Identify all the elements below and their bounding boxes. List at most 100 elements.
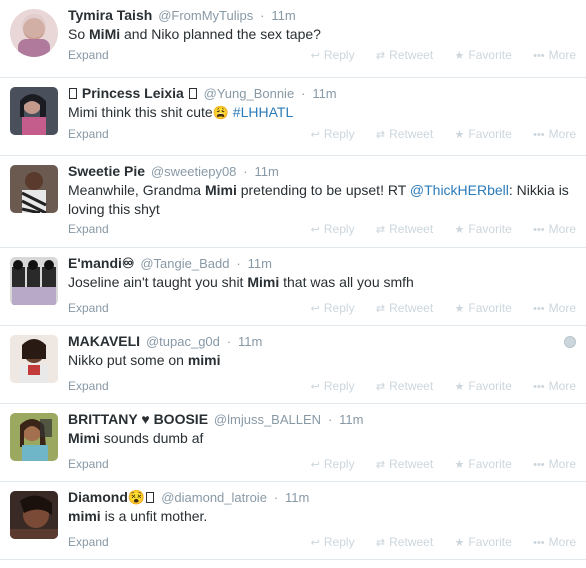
username[interactable]: @FromMyTulips (158, 8, 253, 23)
timestamp[interactable]: 11m (238, 334, 262, 349)
more-label: More (548, 301, 576, 315)
timestamp[interactable]: 11m (255, 164, 279, 179)
username[interactable]: @lmjuss_BALLEN (214, 412, 321, 427)
username[interactable]: @tupac_g0d (146, 334, 220, 349)
separator-dot: · (327, 412, 333, 427)
expand-link[interactable]: Expand (68, 533, 109, 551)
tweet-item[interactable]: Princess Leixia @Yung_Bonnie · 11m Mimi … (0, 78, 586, 156)
timestamp[interactable]: 11m (285, 490, 309, 505)
separator-dot: · (260, 8, 265, 23)
favorite-button[interactable]: ★ Favorite (455, 455, 512, 474)
fullname[interactable]: Tymira Taish (68, 7, 152, 23)
reply-button[interactable]: ↩ Reply (311, 220, 355, 239)
reply-icon: ↩ (310, 224, 320, 236)
tweet-item[interactable]: BRITTANY ♥ BOOSIE @lmjuss_BALLEN · 11m M… (0, 404, 586, 482)
favorite-label: Favorite (468, 457, 512, 471)
avatar[interactable] (10, 335, 58, 383)
geo-location-icon[interactable] (564, 336, 576, 348)
tweet-item[interactable]: E'mandi♾ @Tangie_Badd · 11m Joseline ain… (0, 248, 586, 326)
reply-button[interactable]: ↩ Reply (311, 125, 355, 144)
expand-link[interactable]: Expand (68, 455, 109, 473)
retweet-button[interactable]: ⇄ Retweet (376, 455, 433, 474)
reply-button[interactable]: ↩ Reply (311, 299, 355, 318)
avatar[interactable] (10, 491, 58, 539)
favorite-button[interactable]: ★ Favorite (455, 377, 512, 396)
expand-link[interactable]: Expand (68, 125, 109, 143)
expand-link[interactable]: Expand (68, 299, 109, 317)
more-label: More (548, 127, 576, 141)
fullname[interactable]: Sweetie Pie (68, 163, 145, 179)
separator-dot: · (301, 86, 306, 101)
tweet-header: MAKAVELI @tupac_g0d · 11m (68, 332, 576, 350)
highlight-keyword: MiMi (89, 26, 121, 42)
reply-label: Reply (323, 48, 355, 62)
retweet-button[interactable]: ⇄ Retweet (376, 533, 433, 552)
timestamp[interactable]: 11m (271, 8, 295, 23)
reply-label: Reply (323, 222, 355, 236)
avatar[interactable] (10, 9, 58, 57)
avatar[interactable] (10, 165, 58, 213)
username[interactable]: @Yung_Bonnie (204, 86, 295, 101)
unsupported-glyph-icon (146, 492, 155, 503)
more-button[interactable]: ••• More (533, 377, 576, 396)
fullname[interactable]: BRITTANY ♥ BOOSIE (68, 411, 208, 427)
tweet-item[interactable]: Tymira Taish @FromMyTulips · 11m So MiMi… (0, 0, 586, 78)
favorite-button[interactable]: ★ Favorite (455, 46, 512, 65)
tweet-text: mimi is a unfit mother. (68, 507, 576, 526)
username[interactable]: @Tangie_Badd (140, 256, 229, 271)
more-button[interactable]: ••• More (533, 299, 576, 318)
mention-link[interactable]: @ThickHERbell (410, 182, 509, 198)
weary-face-emoji-icon: 😩 (212, 105, 229, 120)
tweet-header: E'mandi♾ @Tangie_Badd · 11m (68, 254, 576, 272)
expand-link[interactable]: Expand (68, 46, 109, 64)
avatar[interactable] (10, 257, 58, 305)
tweet-item[interactable]: Diamond😵 @diamond_latroie · 11m mimi is … (0, 482, 586, 560)
more-dots-icon: ••• (533, 303, 545, 315)
favorite-button[interactable]: ★ Favorite (455, 125, 512, 144)
infinity-emoji-icon: ♾ (121, 255, 135, 271)
fullname[interactable]: MAKAVELI (68, 333, 140, 349)
more-label: More (548, 379, 576, 393)
tweet-item[interactable]: Sweetie Pie @sweetiepy08 · 11m Meanwhile… (0, 156, 586, 248)
retweet-label: Retweet (389, 48, 434, 62)
reply-button[interactable]: ↩ Reply (311, 46, 355, 65)
favorite-button[interactable]: ★ Favorite (455, 533, 512, 552)
retweet-button[interactable]: ⇄ Retweet (376, 46, 433, 65)
fullname[interactable]: Diamond (68, 489, 128, 505)
more-button[interactable]: ••• More (533, 220, 576, 239)
reply-button[interactable]: ↩ Reply (311, 533, 355, 552)
retweet-icon: ⇄ (375, 459, 386, 471)
tweet-item[interactable]: MAKAVELI @tupac_g0d · 11m Nikko put some… (0, 326, 586, 404)
username[interactable]: @sweetiepy08 (151, 164, 236, 179)
retweet-button[interactable]: ⇄ Retweet (376, 377, 433, 396)
retweet-button[interactable]: ⇄ Retweet (376, 220, 433, 239)
more-label: More (548, 457, 576, 471)
tweet-actions: Expand ↩ Reply ⇄ Retweet ★ Favorite ••• More (68, 46, 576, 64)
timestamp[interactable]: 11m (248, 256, 272, 271)
highlight-keyword: mimi (68, 508, 101, 524)
fullname[interactable]: Princess Leixia (82, 85, 184, 101)
favorite-button[interactable]: ★ Favorite (455, 299, 512, 318)
avatar[interactable] (10, 413, 58, 461)
timestamp[interactable]: 11m (312, 86, 336, 101)
expand-link[interactable]: Expand (68, 377, 109, 395)
hashtag-link[interactable]: #LHHATL (233, 104, 293, 120)
more-button[interactable]: ••• More (533, 533, 576, 552)
expand-link[interactable]: Expand (68, 220, 109, 238)
favorite-button[interactable]: ★ Favorite (455, 220, 512, 239)
timestamp[interactable]: 11m (339, 412, 363, 427)
more-button[interactable]: ••• More (533, 125, 576, 144)
highlight-keyword: Mimi (204, 182, 237, 198)
reply-label: Reply (323, 127, 355, 141)
retweet-button[interactable]: ⇄ Retweet (376, 125, 433, 144)
fullname[interactable]: E'mandi (68, 255, 122, 271)
reply-button[interactable]: ↩ Reply (311, 455, 355, 474)
reply-button[interactable]: ↩ Reply (311, 377, 355, 396)
username[interactable]: @diamond_latroie (161, 490, 267, 505)
tweet-text: Joseline ain't taught you shit Mimi that… (68, 273, 576, 292)
avatar[interactable] (10, 87, 58, 135)
more-button[interactable]: ••• More (533, 46, 576, 65)
more-button[interactable]: ••• More (533, 455, 576, 474)
separator-dot: · (243, 164, 248, 179)
retweet-button[interactable]: ⇄ Retweet (376, 299, 433, 318)
